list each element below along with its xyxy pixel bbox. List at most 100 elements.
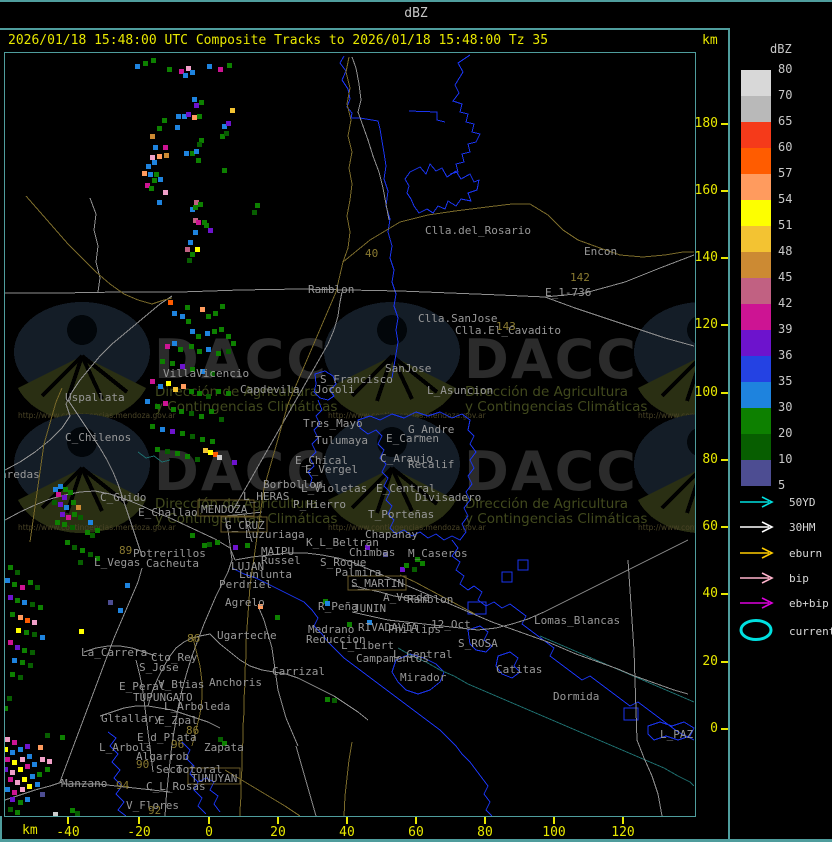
map-route-label: 96 — [171, 738, 184, 751]
radar-echo-cell — [227, 63, 232, 68]
radar-echo-cell — [181, 384, 186, 389]
radar-echo-cell — [275, 615, 280, 620]
map-city-label: Ugarteche — [217, 629, 277, 642]
dbz-swatch — [741, 96, 771, 122]
legend-label: 30HM — [789, 521, 816, 535]
radar-echo-cell — [226, 349, 231, 354]
radar-echo-cell — [188, 240, 193, 245]
radar-echo-cell — [135, 64, 140, 69]
y-axis-tick-label: 0 — [710, 721, 718, 736]
map-line-brown — [343, 741, 353, 816]
radar-echo-cell — [10, 612, 15, 617]
dbz-swatch — [741, 382, 771, 408]
radar-echo-cell — [404, 563, 409, 568]
radar-map-svg: DACCDirección de Agriculturay Contingenc… — [5, 54, 695, 816]
legend-label: eburn — [789, 546, 823, 560]
radar-echo-cell — [15, 780, 20, 785]
dbz-scale-label: 36 — [778, 348, 793, 362]
map-route-label: 143 — [496, 320, 516, 333]
dbz-scale-label: 54 — [778, 192, 793, 206]
radar-echo-cell — [15, 570, 20, 575]
dbz-scale-label: 70 — [778, 88, 793, 102]
radar-echo-cell — [152, 160, 157, 165]
radar-echo-cell — [7, 696, 12, 701]
radar-echo-cell — [27, 784, 32, 789]
radar-echo-cell — [178, 347, 183, 352]
y-axis-tick — [721, 324, 728, 326]
radar-echo-cell — [63, 487, 68, 492]
dbz-scale-label: 57 — [778, 166, 793, 180]
radar-echo-cell — [219, 417, 224, 422]
radar-echo-cell — [22, 600, 27, 605]
x-axis-tick — [346, 817, 348, 824]
radar-echo-cell — [143, 61, 148, 66]
map-city-label: S_ROSA — [458, 637, 498, 650]
radar-echo-cell — [232, 460, 237, 465]
y-axis-tick — [721, 190, 728, 192]
dbz-swatch — [741, 148, 771, 174]
map-city-label: L_HERAS — [243, 490, 289, 503]
radar-echo-cell — [218, 67, 223, 72]
radar-echo-cell — [190, 329, 195, 334]
radar-echo-cell — [196, 220, 201, 225]
radar-echo-cell — [199, 414, 204, 419]
radar-echo-cell — [18, 747, 23, 752]
radar-echo-cell — [160, 427, 165, 432]
radar-echo-cell — [190, 434, 195, 439]
map-line-blue — [449, 54, 481, 175]
radar-echo-cell — [18, 767, 23, 772]
radar-echo-cell — [5, 578, 10, 583]
y-axis-tick — [721, 526, 728, 528]
radar-echo-cell — [71, 500, 76, 505]
radar-echo-cell — [37, 772, 42, 777]
radar-echo-cell — [53, 487, 58, 492]
radar-echo-cell — [32, 632, 37, 637]
radar-echo-cell — [22, 777, 27, 782]
radar-echo-cell — [199, 100, 204, 105]
radar-echo-cell — [208, 450, 213, 455]
radar-echo-cell — [167, 67, 172, 72]
radar-echo-cell — [72, 545, 77, 550]
y-axis-unit-label: km — [702, 33, 718, 48]
y-axis-tick-label: 80 — [702, 452, 718, 467]
legend-label: 50YD — [789, 496, 816, 509]
radar-echo-cell — [32, 620, 37, 625]
map-city-label: 12_Oct — [431, 618, 471, 631]
dbz-swatch — [741, 174, 771, 200]
x-axis-tick-label: 60 — [408, 825, 424, 840]
radar-echo-cell — [197, 349, 202, 354]
dbz-swatch — [741, 460, 771, 486]
radar-echo-cell — [18, 800, 23, 805]
radar-echo-cell — [200, 307, 205, 312]
radar-echo-cell — [163, 190, 168, 195]
radar-echo-cell — [154, 172, 159, 177]
radar-app-window: dBZ 2026/01/18 15:48:00 UTC Composite Tr… — [0, 0, 832, 842]
map-city-label: L_Violetas — [301, 482, 367, 495]
map-city-label: P_Hierro — [293, 498, 346, 511]
radar-echo-cell — [179, 409, 184, 414]
svg-text:DACC: DACC — [464, 440, 638, 503]
radar-echo-cell — [145, 399, 150, 404]
y-axis-tick — [721, 728, 728, 730]
y-axis-tick — [721, 392, 728, 394]
radar-map-canvas[interactable]: DACC Dirección de Agricultura y Contingenc… — [4, 52, 696, 817]
map-city-label: L_PAZ — [660, 728, 693, 741]
map-city-label: Russel — [261, 554, 301, 567]
radar-echo-cell — [183, 73, 188, 78]
map-line-gray — [627, 559, 663, 816]
radar-echo-cell — [420, 561, 425, 566]
radar-echo-cell — [150, 134, 155, 139]
map-city-label: C_Guido — [100, 491, 146, 504]
radar-echo-cell — [175, 125, 180, 130]
radar-echo-cell — [197, 142, 202, 147]
radar-echo-cell — [210, 439, 215, 444]
radar-echo-cell — [10, 672, 15, 677]
radar-echo-cell — [149, 186, 154, 191]
x-axis-tick-label: 0 — [205, 825, 213, 840]
radar-echo-cell — [163, 401, 168, 406]
radar-echo-cell — [157, 126, 162, 131]
map-city-label: Agrelo — [225, 596, 265, 609]
radar-echo-cell — [206, 347, 211, 352]
radar-echo-cell — [30, 602, 35, 607]
radar-echo-cell — [47, 759, 52, 764]
